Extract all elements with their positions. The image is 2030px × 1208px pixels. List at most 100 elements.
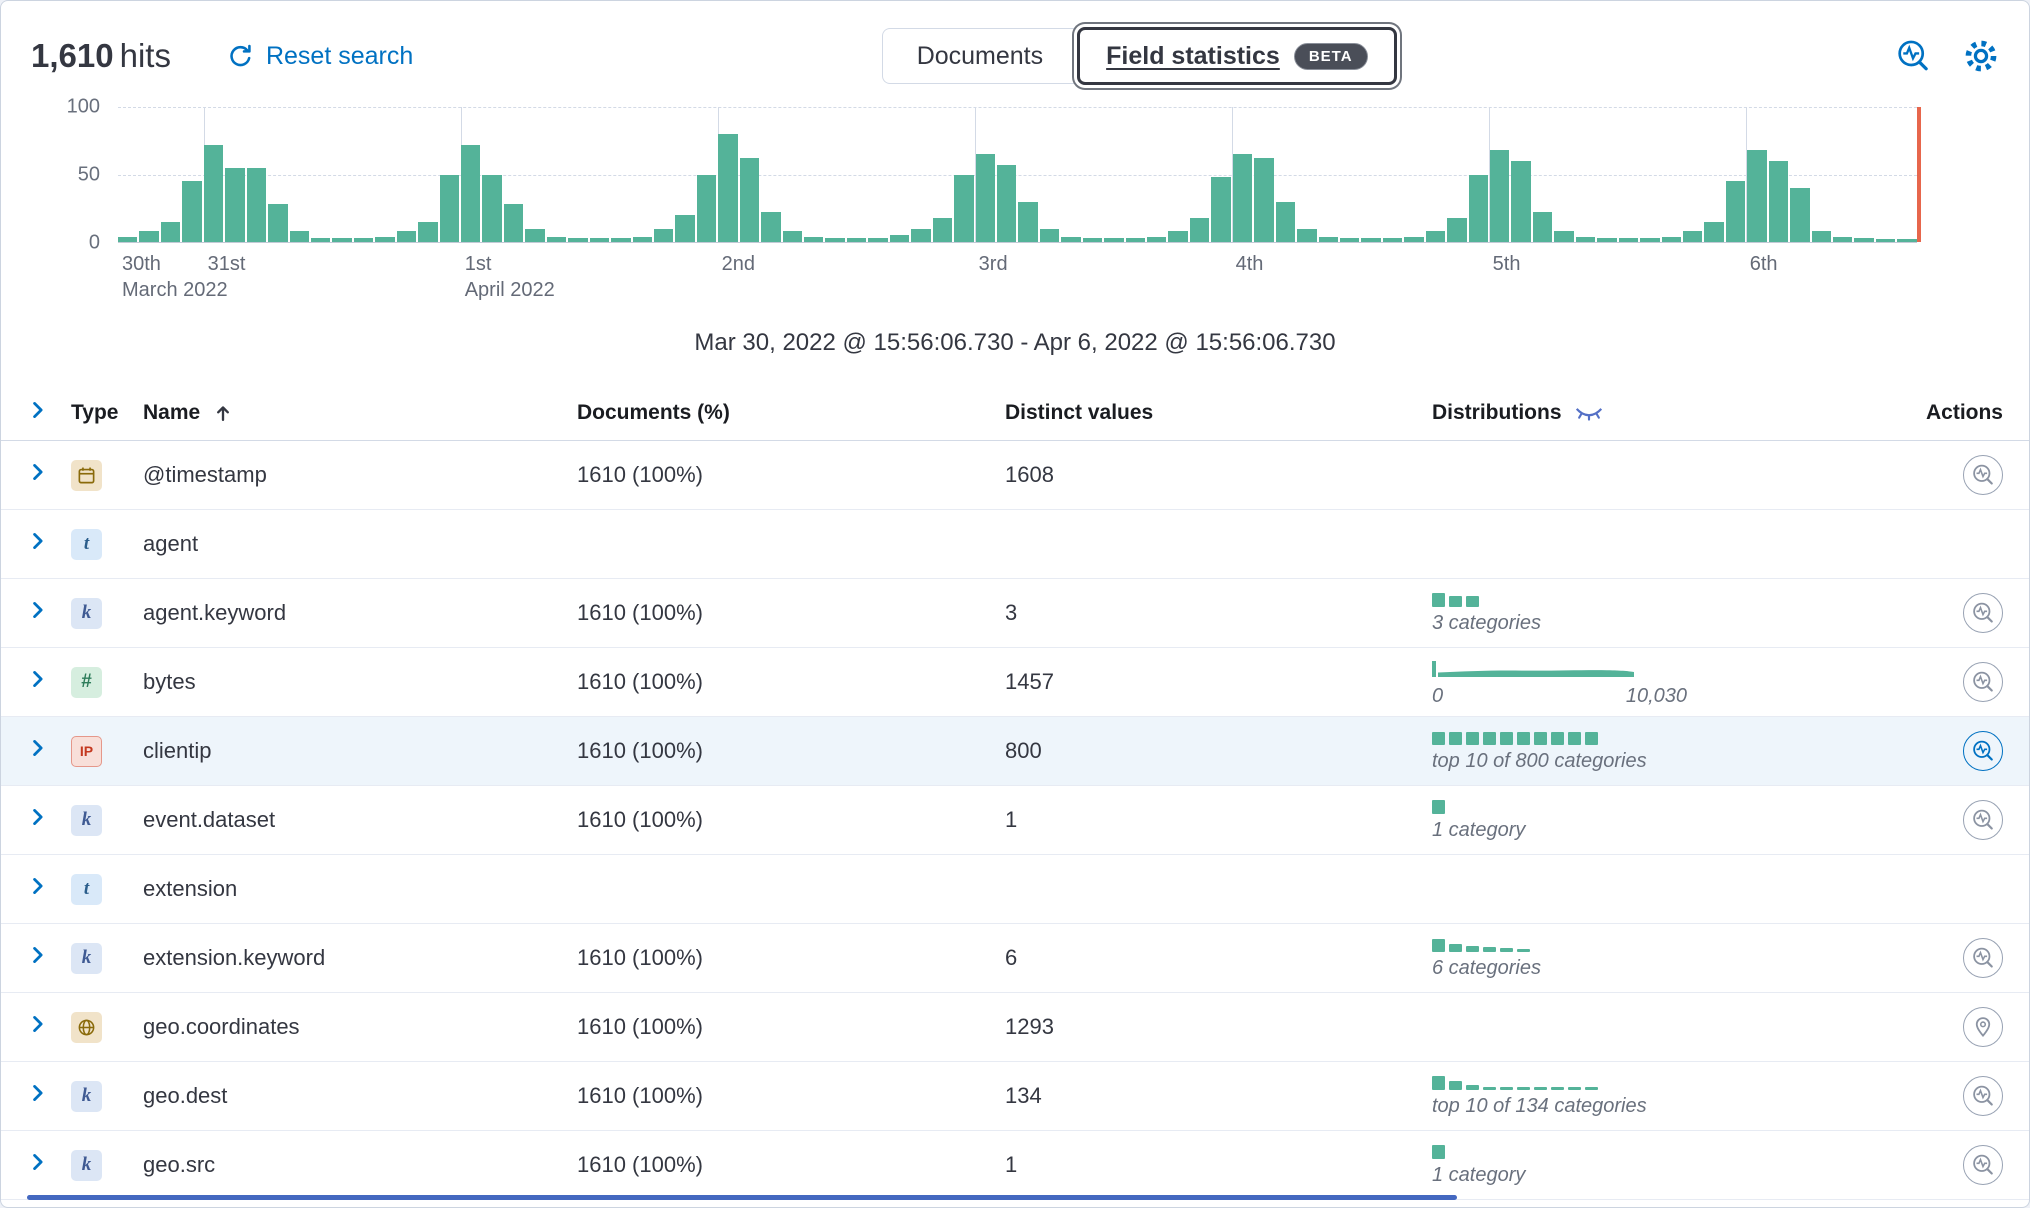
histogram-bar [1383,238,1402,242]
column-header-name[interactable]: Name [143,401,577,425]
histogram-bar [1576,237,1595,242]
expand-row-icon[interactable] [27,940,57,970]
field-documents: 1610 (100%) [577,600,1005,626]
distribution-label: 1 category [1432,819,1891,842]
expand-all-icon[interactable] [27,395,57,425]
expand-row-icon[interactable] [27,526,57,556]
table-row[interactable]: kgeo.src1610 (100%)11 category [1,1131,2029,1200]
sort-ascending-icon [212,402,234,424]
reset-search-button[interactable]: Reset search [227,42,413,71]
view-toggle-group: Documents Field statistics BETA [882,27,1397,85]
category-bar [1585,1087,1598,1090]
number-type-icon: # [71,667,102,698]
table-row[interactable]: textension [1,855,2029,924]
ip-type-icon: IP [71,736,102,767]
histogram-bar [1361,238,1380,242]
visualize-field-button[interactable] [1963,662,2003,702]
histogram-bar [204,145,223,242]
documents-tab[interactable]: Documents [882,28,1077,84]
eye-closed-icon[interactable] [1574,401,1604,425]
expand-row-icon[interactable] [27,733,57,763]
histogram-bar [1554,231,1573,242]
column-header-type[interactable]: Type [71,401,143,425]
table-row[interactable]: #bytes1610 (100%)1457010,030 [1,648,2029,717]
distribution-label: 3 categories [1432,612,1891,635]
field-name: @timestamp [143,462,577,488]
table-row[interactable]: @timestamp1610 (100%)1608 [1,441,2029,510]
field-table-body: @timestamp1610 (100%)1608tagentkagent.ke… [1,441,2029,1200]
category-distribution-bars [1432,1143,1891,1159]
expand-row-icon[interactable] [27,1009,57,1039]
category-bar [1534,1087,1547,1090]
column-header-documents[interactable]: Documents (%) [577,401,1005,425]
histogram-bar [718,134,737,242]
histogram-bar [1812,231,1831,242]
histogram-bar [418,222,437,242]
table-row[interactable]: tagent [1,510,2029,579]
keyword-type-icon: k [71,805,102,836]
field-distinct-values: 1 [1005,807,1432,833]
visualize-field-button[interactable] [1963,1076,2003,1116]
field-distinct-values: 1 [1005,1152,1432,1178]
category-bar [1551,732,1564,745]
hits-value: 1,610 [31,37,114,74]
histogram-bar [1597,238,1616,242]
table-row[interactable]: kevent.dataset1610 (100%)11 category [1,786,2029,855]
histogram-bar [1662,237,1681,242]
category-bar [1517,1087,1530,1090]
distribution-label: top 10 of 134 categories [1432,1095,1891,1118]
table-row[interactable]: geo.coordinates1610 (100%)1293 [1,993,2029,1062]
visualize-field-button[interactable] [1963,455,2003,495]
visualize-field-button[interactable] [1963,731,2003,771]
histogram-bar [1340,238,1359,242]
field-distinct-values: 3 [1005,600,1432,626]
visualize-field-button[interactable] [1963,593,2003,633]
field-distribution: 1 category [1432,798,1891,842]
histogram-bar [804,237,823,242]
expand-row-icon[interactable] [27,664,57,694]
field-distinct-values: 134 [1005,1083,1432,1109]
settings-gear-icon[interactable] [1963,38,1999,74]
view-in-maps-button[interactable] [1963,1007,2003,1047]
table-row[interactable]: kgeo.dest1610 (100%)134top 10 of 134 cat… [1,1062,2029,1131]
category-bar [1449,732,1462,745]
histogram-bar [911,229,930,243]
field-name: agent.keyword [143,600,577,626]
category-bar [1432,1076,1445,1090]
histogram-bar [1297,229,1316,243]
table-row[interactable]: kextension.keyword1610 (100%)66 categori… [1,924,2029,993]
expand-row-icon[interactable] [27,1078,57,1108]
histogram-bar [1404,237,1423,242]
horizontal-scrollbar[interactable] [27,1195,1457,1200]
expand-row-icon[interactable] [27,1147,57,1177]
field-name: geo.coordinates [143,1014,577,1040]
horizontal-gridline [118,107,1917,108]
expand-row-icon[interactable] [27,871,57,901]
visualize-field-button[interactable] [1963,938,2003,978]
field-statistics-tab[interactable]: Field statistics BETA [1077,27,1396,85]
histogram-bar [1619,238,1638,242]
category-bar [1551,1087,1564,1090]
visualize-field-button[interactable] [1963,800,2003,840]
field-distinct-values: 1293 [1005,1014,1432,1040]
category-bar [1432,800,1445,814]
expand-row-icon[interactable] [27,457,57,487]
table-row[interactable]: kagent.keyword1610 (100%)33 categories [1,579,2029,648]
histogram-bar [697,175,716,243]
histogram-bar [868,238,887,242]
category-bar [1432,1145,1445,1159]
histogram-bar [1490,150,1509,242]
field-distribution: top 10 of 134 categories [1432,1074,1891,1118]
keyword-type-icon: k [71,1081,102,1112]
visualize-field-button[interactable] [1963,1145,2003,1185]
column-header-distinct-values[interactable]: Distinct values [1005,401,1432,425]
visualize-icon[interactable] [1895,38,1931,74]
histogram-plot[interactable] [118,107,1917,243]
histogram-bar [375,237,394,242]
expand-row-icon[interactable] [27,802,57,832]
table-row[interactable]: IPclientip1610 (100%)800top 10 of 800 ca… [1,717,2029,786]
field-name: geo.dest [143,1083,577,1109]
category-bar [1449,1081,1462,1090]
histogram-bar [225,168,244,242]
expand-row-icon[interactable] [27,595,57,625]
